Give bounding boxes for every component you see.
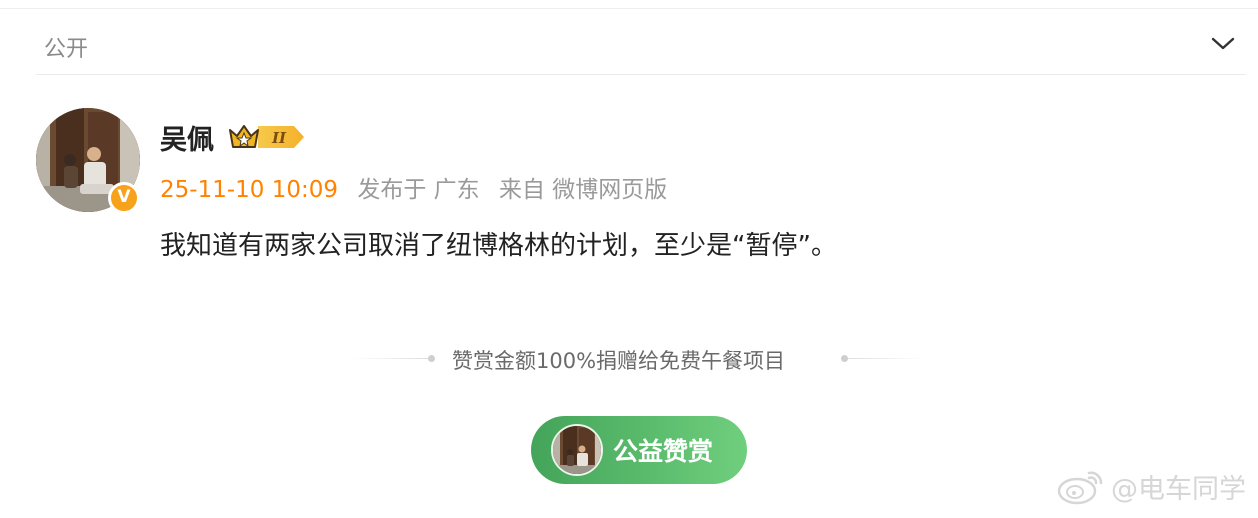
reward-button-label: 公益赞赏 — [613, 437, 714, 466]
visibility-label: 公开 — [44, 37, 89, 62]
reward-avatar-photo — [553, 426, 601, 474]
chevron-down-icon[interactable] — [1210, 30, 1236, 56]
crown-level-badge-icon[interactable]: II — [228, 122, 306, 152]
post-source: 来自 微博网页版 — [498, 177, 668, 203]
top-divider — [0, 8, 1258, 9]
reward-avatar — [551, 424, 603, 476]
reward-note: 赞赏金额100%捐赠给免费午餐项目 — [452, 349, 786, 373]
post-meta: 25-11-10 10:09 发布于 广东 来自 微博网页版 — [160, 170, 667, 204]
reward-divider-right — [848, 358, 924, 359]
reward-divider-dot-right — [841, 355, 848, 362]
member-level-text: II — [271, 129, 287, 147]
weibo-logo-icon — [1057, 471, 1103, 505]
watermark: @电车同学 — [1057, 466, 1246, 506]
author-name[interactable]: 吴佩 — [160, 118, 214, 157]
reward-divider-left — [352, 358, 428, 359]
post-location: 发布于 广东 — [357, 177, 480, 203]
visibility-bar[interactable]: 公开 — [36, 18, 1246, 75]
post-card: 公开 V 吴佩 II 25-11-10 10:09 发布于 广东 来自 微博网页… — [0, 0, 1258, 518]
reward-button[interactable]: 公益赞赏 — [531, 416, 747, 484]
post-text: 我知道有两家公司取消了纽博格林的计划，至少是“暂停”。 — [160, 231, 837, 261]
verified-v-icon: V — [108, 182, 140, 214]
post-time[interactable]: 25-11-10 10:09 — [160, 177, 338, 203]
reward-divider-dot-left — [428, 355, 435, 362]
watermark-text: @电车同学 — [1111, 473, 1246, 505]
